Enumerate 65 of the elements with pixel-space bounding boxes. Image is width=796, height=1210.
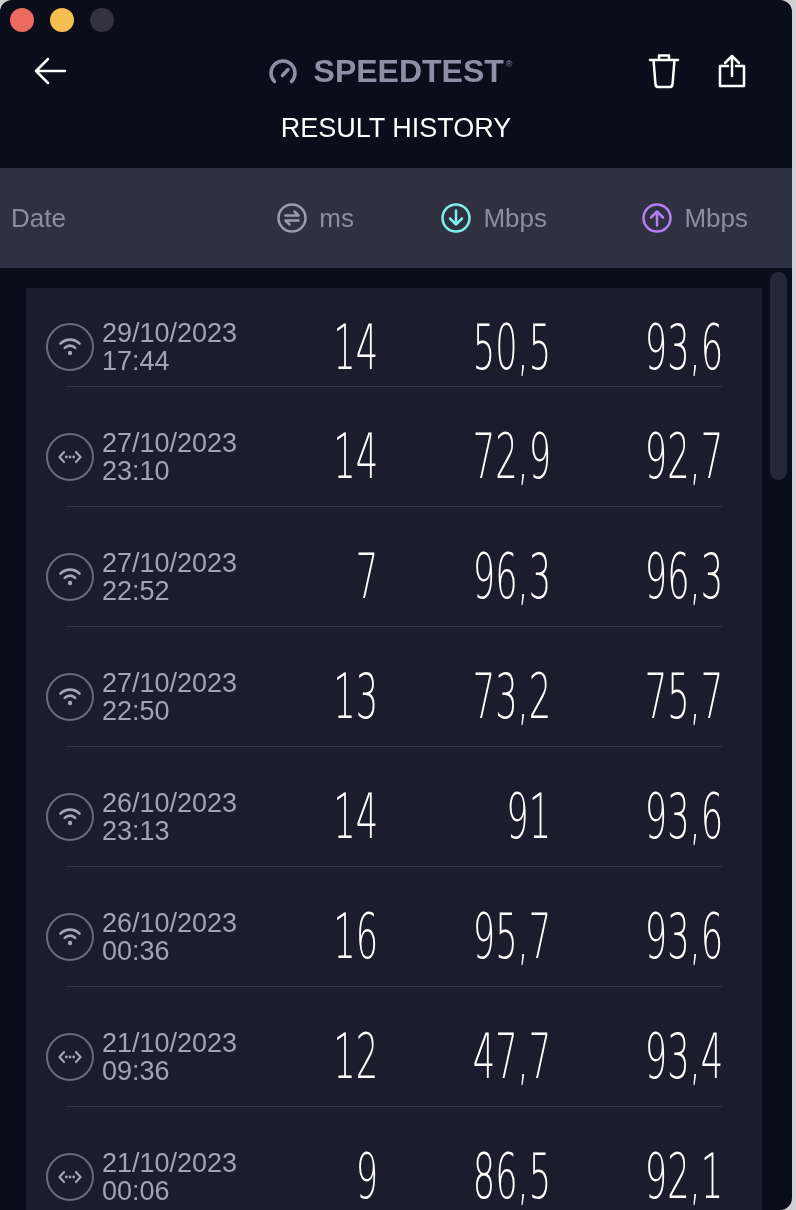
download-value: 73,2 bbox=[472, 665, 551, 728]
wifi-icon bbox=[46, 323, 94, 371]
registered-mark: ® bbox=[505, 59, 513, 69]
scrollbar-thumb[interactable] bbox=[770, 272, 787, 480]
ping-value: 13 bbox=[333, 665, 378, 728]
logo-text: SPEEDTEST bbox=[313, 53, 504, 89]
back-button[interactable] bbox=[33, 57, 67, 85]
brackets-dots-icon bbox=[46, 1152, 94, 1201]
ping-value: 16 bbox=[333, 905, 378, 968]
back-arrow-icon bbox=[33, 57, 67, 85]
download-value: 72,9 bbox=[472, 425, 551, 488]
upload-value: 92,7 bbox=[644, 425, 723, 488]
test-time: 09:36 bbox=[102, 1056, 170, 1085]
download-value: 96,3 bbox=[472, 545, 551, 608]
download-value: 50,5 bbox=[472, 315, 551, 379]
gauge-icon bbox=[266, 58, 299, 84]
wifi-icon bbox=[46, 672, 94, 721]
download-value: 86,5 bbox=[472, 1145, 551, 1208]
column-header[interactable]: Date bbox=[11, 203, 66, 233]
brackets-dots-icon bbox=[46, 1032, 94, 1081]
upload-value: 93,6 bbox=[644, 785, 723, 848]
test-time: 22:50 bbox=[102, 696, 170, 725]
ping-value: 9 bbox=[355, 1145, 378, 1208]
test-date: 27/10/2023 bbox=[102, 668, 238, 697]
wifi-icon bbox=[46, 792, 94, 841]
close-button[interactable] bbox=[10, 8, 34, 32]
upload-value: 93,6 bbox=[644, 905, 723, 968]
download-value: 47,7 bbox=[472, 1025, 551, 1088]
ping-value: 14 bbox=[333, 785, 378, 848]
ping-value: 7 bbox=[355, 545, 378, 608]
brackets-dots-icon bbox=[46, 432, 94, 481]
test-date: 21/10/2023 bbox=[102, 1148, 238, 1177]
test-date: 27/10/2023 bbox=[102, 548, 238, 577]
test-date: 21/10/2023 bbox=[102, 1028, 238, 1057]
ping-value: 12 bbox=[333, 1025, 378, 1088]
upload-value: 93,4 bbox=[644, 1025, 723, 1088]
column-header[interactable]: Mbps bbox=[483, 203, 547, 233]
upload-value: 75,7 bbox=[644, 665, 723, 728]
wifi-icon bbox=[46, 552, 94, 601]
test-date: 26/10/2023 bbox=[102, 788, 238, 817]
test-date: 29/10/2023 bbox=[102, 319, 238, 347]
upload-value: 93,6 bbox=[644, 315, 723, 379]
column-header[interactable]: ms bbox=[319, 203, 354, 233]
test-time: 22:52 bbox=[102, 576, 170, 605]
test-date: 27/10/2023 bbox=[102, 428, 238, 457]
test-time: 00:36 bbox=[102, 936, 170, 965]
test-time: 17:44 bbox=[102, 347, 170, 375]
ping-value: 14 bbox=[333, 425, 378, 488]
upload-value: 96,3 bbox=[644, 545, 723, 608]
test-time: 23:10 bbox=[102, 456, 170, 485]
share-button[interactable] bbox=[718, 54, 746, 88]
upload-value: 92,1 bbox=[644, 1145, 723, 1208]
ping-value: 14 bbox=[333, 315, 378, 379]
column-header[interactable]: Mbps bbox=[684, 203, 748, 233]
wifi-icon bbox=[46, 912, 94, 961]
delete-button[interactable] bbox=[648, 53, 680, 89]
trash-icon bbox=[648, 53, 680, 89]
download-value: 91 bbox=[506, 785, 551, 848]
test-time: 23:13 bbox=[102, 816, 170, 845]
screen-title: RESULT HISTORY bbox=[280, 112, 512, 144]
test-date: 26/10/2023 bbox=[102, 908, 238, 937]
share-icon bbox=[718, 54, 746, 88]
test-time: 00:06 bbox=[102, 1176, 170, 1205]
minimize-button[interactable] bbox=[50, 8, 74, 32]
download-value: 95,7 bbox=[472, 905, 551, 968]
